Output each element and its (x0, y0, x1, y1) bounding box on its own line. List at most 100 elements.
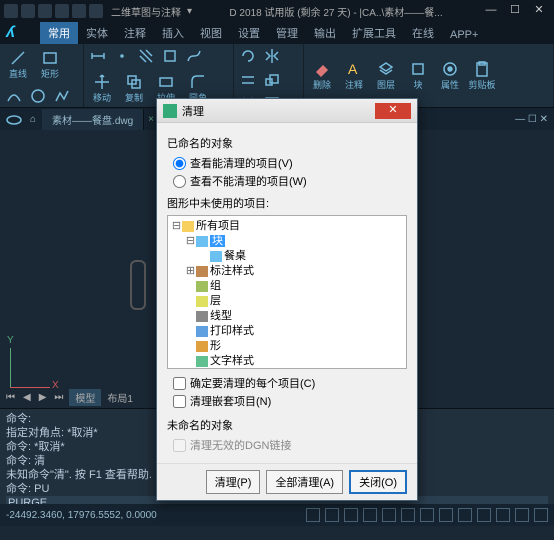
tab-common[interactable]: 常用 (40, 22, 78, 44)
block-tool[interactable]: 块 (404, 58, 432, 94)
next-page-icon[interactable]: ▶ (37, 392, 49, 403)
tree-node: 组 (210, 280, 221, 292)
qat-icon[interactable] (55, 4, 69, 18)
section-unnamed-label: 未命名的对象 (167, 417, 407, 433)
tab-solid[interactable]: 实体 (78, 22, 116, 44)
qat-icon[interactable] (4, 4, 18, 18)
tree-node-block: 块 (210, 235, 225, 247)
purge-dialog: 清理 ✕ 已命名的对象 查看能清理的项目(V) 查看不能清理的项目(W) 图形中… (156, 98, 418, 501)
status-bar: -24492.3460, 17976.5552, 0.0000 (0, 504, 554, 526)
y-axis-label: Y (7, 335, 14, 346)
close-button[interactable]: ✕ (528, 3, 550, 19)
rect-tool[interactable]: 矩形 (36, 46, 64, 82)
erase-tool[interactable]: 删除 (308, 58, 336, 94)
lweight-toggle[interactable] (420, 508, 434, 522)
settings-icon[interactable] (534, 508, 548, 522)
tab-online[interactable]: 在线 (404, 22, 442, 44)
tab-settings[interactable]: 设置 (230, 22, 268, 44)
first-page-icon[interactable]: ⏮ (4, 392, 17, 403)
status-toggle[interactable] (458, 508, 472, 522)
tab-output[interactable]: 输出 (306, 22, 344, 44)
dialog-titlebar[interactable]: 清理 ✕ (157, 99, 417, 123)
radio-view-not-purgeable[interactable]: 查看不能清理的项目(W) (173, 173, 407, 189)
rotate-tool[interactable] (238, 46, 258, 66)
tab-app[interactable]: APP+ (442, 26, 486, 44)
close-button[interactable]: 关闭(O) (349, 470, 407, 494)
polyline-tool[interactable] (52, 86, 72, 106)
prev-page-icon[interactable]: ◀ (21, 392, 33, 403)
purge-button[interactable]: 清理(P) (206, 470, 261, 494)
ellipse-tool[interactable] (4, 110, 24, 130)
tab-view[interactable]: 视图 (192, 22, 230, 44)
radio-input[interactable] (173, 157, 186, 170)
qat-icon[interactable] (89, 4, 103, 18)
tab-annotate[interactable]: 注释 (116, 22, 154, 44)
checkbox-input[interactable] (173, 395, 186, 408)
status-toggle[interactable] (477, 508, 491, 522)
status-toggle[interactable] (496, 508, 510, 522)
check-nested[interactable]: 清理嵌套项目(N) (173, 393, 407, 409)
purge-tree[interactable]: ⊟所有项目 ⊟块 餐桌 ⊞标注样式 组 层 线型 打印样式 形 文字样式 多线样… (167, 215, 407, 369)
grid-toggle[interactable] (306, 508, 320, 522)
check-confirm-each[interactable]: 确定要清理的每个项目(C) (173, 375, 407, 391)
maximize-button[interactable]: ☐ (504, 3, 526, 19)
document-tab[interactable]: 素材——餐盘.dwg (42, 109, 144, 130)
annotate-tool[interactable]: A注释 (340, 58, 368, 94)
minimize-button[interactable]: — (480, 3, 502, 19)
dialog-buttons: 清理(P) 全部清理(A) 关闭(O) (157, 463, 417, 500)
quick-access-toolbar (4, 4, 103, 18)
tree-node: 线型 (210, 310, 232, 322)
hatch-tool[interactable] (136, 46, 156, 66)
qat-icon[interactable] (72, 4, 86, 18)
app-logo-icon[interactable]: ʎ (6, 24, 34, 42)
check-zero-length[interactable]: 清理无效的DGN链接 (173, 437, 407, 453)
qat-icon[interactable] (21, 4, 35, 18)
circle-tool[interactable] (28, 86, 48, 106)
dialog-close-button[interactable]: ✕ (375, 103, 411, 119)
scale-tool[interactable] (262, 70, 282, 90)
ortho-toggle[interactable] (344, 508, 358, 522)
model-tab[interactable]: 模型 (69, 389, 101, 406)
tab-insert[interactable]: 插入 (154, 22, 192, 44)
tree-node: 餐桌 (224, 250, 246, 262)
tab-extend[interactable]: 扩展工具 (344, 22, 404, 44)
qat-icon[interactable] (38, 4, 52, 18)
tree-caption: 图形中未使用的项目: (167, 195, 407, 211)
line-tool[interactable]: 直线 (4, 46, 32, 82)
layout-tab[interactable]: 布局1 (105, 390, 135, 405)
clipboard-tool[interactable]: 剪贴板 (468, 58, 496, 94)
layer-tool[interactable]: 图层 (372, 58, 400, 94)
snap-toggle[interactable] (325, 508, 339, 522)
region-tool[interactable] (160, 46, 180, 66)
tree-node: 文字样式 (210, 355, 254, 367)
copy-tool[interactable]: 复制 (120, 70, 148, 106)
radio-view-purgeable[interactable]: 查看能清理的项目(V) (173, 155, 407, 171)
purge-all-button[interactable]: 全部清理(A) (266, 470, 343, 494)
polar-toggle[interactable] (363, 508, 377, 522)
trim-tool[interactable] (238, 70, 258, 90)
spline-tool[interactable] (184, 46, 204, 66)
otrack-toggle[interactable] (401, 508, 415, 522)
window-controls: — ☐ ✕ (480, 3, 550, 19)
section-named-label: 已命名的对象 (167, 135, 407, 151)
dialog-title: 清理 (182, 103, 204, 119)
status-toggles (306, 508, 548, 522)
mirror-tool[interactable] (262, 46, 282, 66)
move-tool[interactable]: 移动 (88, 70, 116, 106)
status-toggle[interactable] (515, 508, 529, 522)
properties-tool[interactable]: 属性 (436, 58, 464, 94)
tree-node: 形 (210, 340, 221, 352)
radio-input[interactable] (173, 175, 186, 188)
point-tool[interactable] (112, 46, 132, 66)
dimension-tool[interactable] (88, 46, 108, 66)
osnap-toggle[interactable] (382, 508, 396, 522)
tree-node: 打印样式 (210, 325, 254, 337)
tree-node: 标注样式 (210, 265, 254, 277)
ribbon-tabs: ʎ 常用 实体 注释 插入 视图 设置 管理 输出 扩展工具 在线 APP+ (0, 22, 554, 44)
tab-manage[interactable]: 管理 (268, 22, 306, 44)
last-page-icon[interactable]: ⏭ (52, 392, 65, 403)
checkbox-input[interactable] (173, 377, 186, 390)
arc-tool[interactable] (4, 86, 24, 106)
drawing-shape (130, 260, 146, 310)
model-toggle[interactable] (439, 508, 453, 522)
